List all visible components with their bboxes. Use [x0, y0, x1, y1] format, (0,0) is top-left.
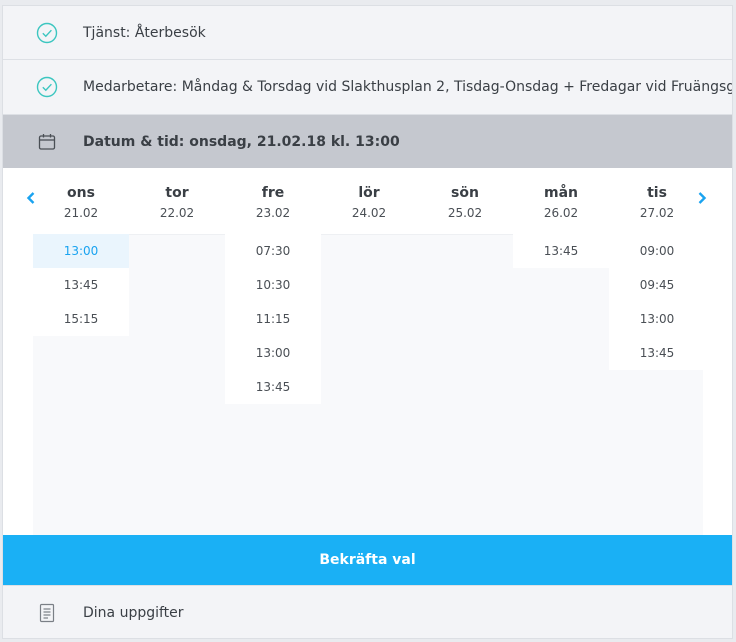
day-name: tis — [647, 185, 667, 201]
day-name: fre — [261, 185, 285, 201]
step-service-label: Tjänst: Återbesök — [83, 24, 206, 41]
day-date: 26.02 — [543, 206, 579, 220]
day-name: tor — [165, 185, 189, 201]
booking-panel: Tjänst: Återbesök Medarbetare: Måndag & … — [2, 5, 733, 639]
time-slot[interactable]: 13:45 — [513, 234, 609, 268]
calendar-icon — [35, 130, 59, 154]
time-slot-list: 09:00 09:45 13:00 13:45 — [609, 234, 705, 370]
time-slot[interactable]: 13:45 — [225, 370, 321, 404]
check-circle-icon — [35, 75, 59, 99]
step-staff[interactable]: Medarbetare: Måndag & Torsdag vid Slakth… — [3, 60, 732, 115]
confirm-button[interactable]: Bekräfta val — [3, 535, 732, 585]
time-slot[interactable]: 09:45 — [609, 268, 705, 302]
time-slot-list: 07:30 10:30 11:15 13:00 13:45 — [225, 234, 321, 404]
step-details[interactable]: Dina uppgifter — [3, 585, 732, 638]
step-datetime[interactable]: Datum & tid: onsdag, 21.02.18 kl. 13:00 — [3, 115, 732, 168]
slots-background — [33, 234, 703, 535]
time-slot[interactable]: 09:00 — [609, 234, 705, 268]
day-name: mån — [543, 185, 578, 201]
time-slot[interactable]: 13:45 — [33, 268, 129, 302]
time-slot[interactable]: 13:00 — [33, 234, 129, 268]
time-slot[interactable]: 13:00 — [225, 336, 321, 370]
day-date: 24.02 — [351, 206, 387, 220]
day-date: 22.02 — [159, 206, 195, 220]
day-name: lör — [358, 185, 380, 201]
time-slot[interactable]: 13:45 — [609, 336, 705, 370]
time-slot[interactable]: 07:30 — [225, 234, 321, 268]
day-date: 21.02 — [63, 206, 99, 220]
time-slot-list: 13:00 13:45 15:15 — [33, 234, 129, 336]
step-service[interactable]: Tjänst: Återbesök — [3, 6, 732, 60]
time-slot[interactable]: 15:15 — [33, 302, 129, 336]
step-staff-label: Medarbetare: Måndag & Torsdag vid Slakth… — [83, 79, 733, 95]
day-name: ons — [67, 185, 95, 201]
step-datetime-label: Datum & tid: onsdag, 21.02.18 kl. 13:00 — [83, 133, 400, 150]
days-header — [33, 168, 703, 235]
step-details-label: Dina uppgifter — [83, 605, 184, 621]
time-slot[interactable]: 11:15 — [225, 302, 321, 336]
time-slot-list: 13:45 — [513, 234, 609, 268]
day-date: 23.02 — [255, 206, 291, 220]
document-icon — [35, 601, 59, 625]
day-date: 27.02 — [639, 206, 675, 220]
day-date: 25.02 — [447, 206, 483, 220]
time-slot[interactable]: 13:00 — [609, 302, 705, 336]
check-circle-icon — [35, 21, 59, 45]
day-name: sön — [451, 185, 479, 201]
time-picker: ons 21.02 13:00 13:45 15:15 tor 22.02 fre 23.02 0… — [3, 168, 732, 535]
time-slot[interactable]: 10:30 — [225, 268, 321, 302]
